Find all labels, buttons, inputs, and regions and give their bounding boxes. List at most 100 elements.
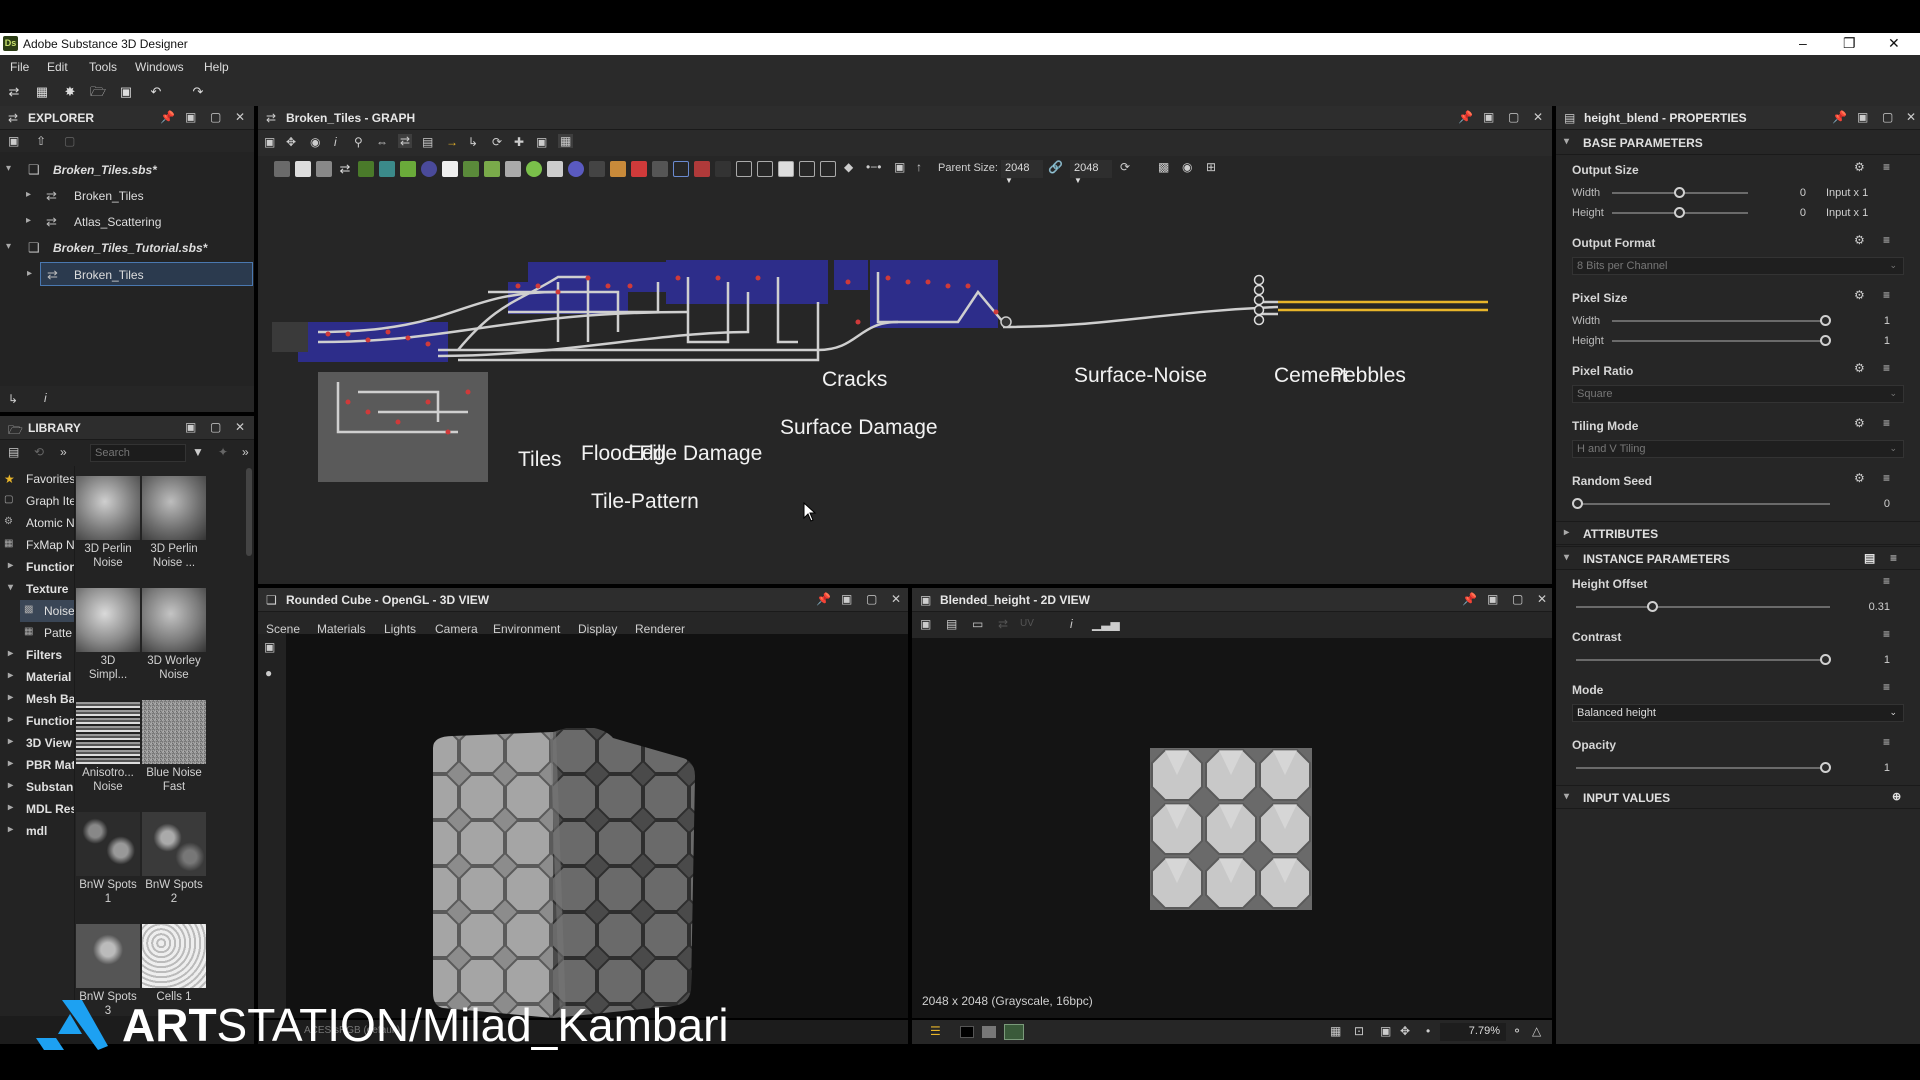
node-text-icon[interactable]	[610, 161, 626, 177]
node-portal-icon[interactable]	[820, 161, 836, 177]
opacity-value[interactable]: 1	[1860, 762, 1890, 774]
maximize-icon[interactable]: ▢	[210, 420, 221, 434]
float-icon[interactable]: ▣	[185, 420, 196, 434]
node-output-icon[interactable]	[652, 161, 668, 177]
frame-image-icon[interactable]: ▣	[920, 617, 931, 631]
close-panel-icon[interactable]: ✕	[235, 110, 245, 124]
output-size-dropdown[interactable]: 2048 ▼	[1070, 160, 1112, 185]
info-icon[interactable]: i	[1070, 617, 1073, 631]
tiling-icon[interactable]: ⊡	[1354, 1024, 1364, 1038]
close-panel-icon[interactable]: ✕	[1906, 110, 1916, 124]
tree-package-1[interactable]: ▾ ❑ Broken_Tiles.sbs*	[0, 158, 254, 182]
close-panel-icon[interactable]: ✕	[1533, 110, 1543, 124]
camera-icon[interactable]: ▣	[264, 640, 275, 654]
thumb-3d-worley-noise[interactable]	[142, 588, 206, 652]
category-texture[interactable]: ▾ Texture	[0, 578, 74, 600]
output-height-knob[interactable]	[1674, 207, 1685, 218]
pin-icon[interactable]: 📌	[816, 592, 831, 606]
rounded-cube-preview[interactable]	[413, 728, 753, 1018]
tab-renderer[interactable]: Renderer	[635, 622, 685, 636]
close-panel-icon[interactable]: ✕	[235, 420, 245, 434]
tree-package-2[interactable]: ▾ ❑ Broken_Tiles_Tutorial.sbs*	[0, 236, 254, 260]
frame-tile-pattern[interactable]	[318, 372, 488, 482]
channels-icon[interactable]: ⇄	[998, 617, 1008, 631]
reset-icon[interactable]: ⟳	[1120, 160, 1130, 174]
redo-icon[interactable]: ↷	[190, 84, 206, 100]
collapse-arrow-icon[interactable]: ▾	[6, 163, 11, 174]
node-blend-icon[interactable]	[316, 161, 332, 177]
output-ports[interactable]	[1253, 274, 1265, 326]
menu-lines-icon[interactable]: ≡	[1883, 288, 1890, 302]
menu-lines-icon[interactable]: ≡	[1883, 471, 1890, 485]
pin-icon[interactable]: 📌	[160, 110, 175, 124]
thumb-blue-noise-fast[interactable]	[142, 700, 206, 764]
node-curve-icon[interactable]	[358, 161, 374, 177]
lock-icon[interactable]: △	[1532, 1024, 1541, 1038]
zoom-reset-icon[interactable]: ⚬	[1512, 1024, 1522, 1038]
thumb-anisotropic-noise[interactable]	[76, 700, 140, 764]
copy-icon[interactable]: ▭	[972, 617, 983, 631]
float-icon[interactable]: ▣	[841, 592, 852, 606]
pixel-width-slider[interactable]	[1612, 320, 1830, 322]
node-fxmap-icon[interactable]	[568, 161, 584, 177]
pin-icon[interactable]: 📌	[1458, 110, 1473, 124]
library-search-field[interactable]	[90, 444, 186, 462]
random-seed-slider[interactable]	[1576, 503, 1830, 505]
layout-icon[interactable]: ⇄	[398, 134, 413, 148]
snapshot-icon[interactable]: ◉	[310, 135, 320, 149]
node-navigation-icon[interactable]	[799, 161, 815, 177]
output-width-knob[interactable]	[1674, 187, 1685, 198]
link-size-icon[interactable]: 🔗	[1048, 160, 1063, 174]
tree-graph-selected[interactable]: ▸ ⇄ Broken_Tiles	[27, 262, 253, 286]
thumb-3d-perlin-noise[interactable]	[76, 476, 140, 540]
frame-cement[interactable]	[834, 260, 868, 290]
tab-camera[interactable]: Camera	[435, 622, 478, 636]
open-folder-icon[interactable]: 🗁	[90, 84, 106, 100]
float-icon[interactable]: ▣	[185, 110, 196, 124]
contrast-value[interactable]: 1	[1860, 654, 1890, 666]
node-frame-icon[interactable]	[673, 161, 689, 177]
connector-icon[interactable]: ↳	[468, 135, 478, 149]
parent-size-dropdown[interactable]: 2048 ▼	[1001, 160, 1043, 185]
save-icon[interactable]: ▣	[118, 84, 134, 100]
restore-icon[interactable]: ❐	[1843, 35, 1856, 52]
node-normal-icon[interactable]	[463, 161, 479, 177]
expand-icon[interactable]: »	[60, 445, 67, 459]
node-value-icon[interactable]	[589, 161, 605, 177]
height-offset-slider[interactable]	[1576, 606, 1830, 608]
maximize-icon[interactable]: ▢	[210, 110, 221, 124]
export-icon[interactable]: ▢	[64, 134, 75, 148]
pixel-height-slider[interactable]	[1612, 340, 1830, 342]
node-shuffle-icon[interactable]: ⇄	[337, 161, 353, 177]
minimize-icon[interactable]: –	[1799, 35, 1807, 51]
tab-scene[interactable]: Scene	[266, 622, 300, 636]
category-mesh[interactable]: ▸ Mesh Ba	[0, 688, 74, 710]
tab-environment[interactable]: Environment	[493, 622, 560, 636]
opacity-knob[interactable]	[1820, 762, 1831, 773]
center-icon[interactable]: ✥	[1400, 1024, 1410, 1038]
comment-icon[interactable]: ▤	[422, 135, 433, 149]
contrast-knob[interactable]	[1820, 654, 1831, 665]
tab-lights[interactable]: Lights	[384, 622, 416, 636]
back-icon[interactable]: ⟲	[34, 445, 44, 459]
pixel-width-value[interactable]: 1	[1860, 315, 1890, 327]
height-map-preview[interactable]	[1150, 748, 1312, 910]
black-bg-icon[interactable]	[960, 1026, 974, 1038]
category-pbr[interactable]: ▸ PBR Mat	[0, 754, 74, 776]
thumb-bnw-spots-2[interactable]	[142, 812, 206, 876]
thumb-bnw-spots-1[interactable]	[76, 812, 140, 876]
search-input[interactable]	[91, 445, 181, 461]
new-graph-icon[interactable]: ⇄	[6, 84, 22, 100]
package-icon[interactable]: ✸	[62, 84, 78, 100]
output-height-value[interactable]: 0	[1770, 207, 1806, 219]
new-substance-icon[interactable]: ▦	[34, 84, 50, 100]
expand-arrow-icon[interactable]: ▸	[27, 268, 32, 279]
menu-file[interactable]: File	[10, 60, 29, 74]
expand-arrow-icon[interactable]: ▸	[26, 189, 31, 200]
thumb-bnw-spots-3[interactable]	[76, 924, 140, 988]
node-input-icon[interactable]	[631, 161, 647, 177]
grid-view-icon[interactable]: ▦	[1330, 1024, 1341, 1038]
compute-icon[interactable]: ▩	[1158, 160, 1169, 174]
output-height-mode[interactable]: Input x 1	[1826, 207, 1886, 219]
category-filters[interactable]: ▸ Filters	[0, 644, 74, 666]
